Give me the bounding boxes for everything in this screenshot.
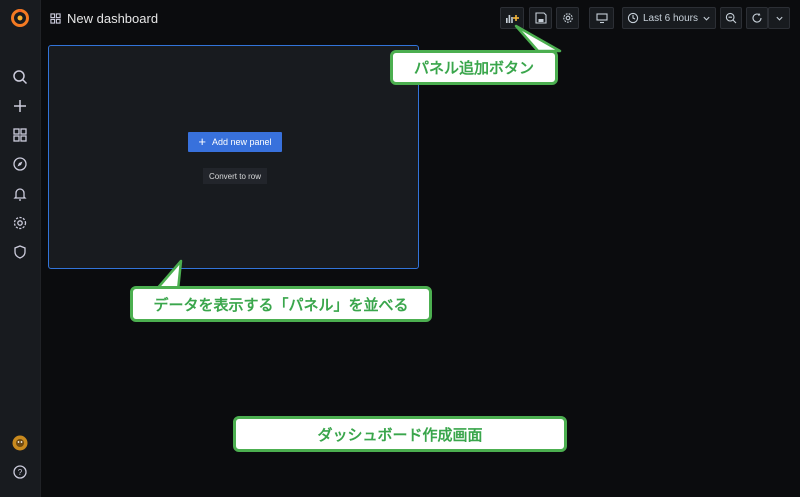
grafana-logo-icon[interactable] (10, 8, 30, 28)
avatar[interactable] (10, 433, 30, 453)
help-icon[interactable]: ? (10, 462, 30, 482)
add-new-panel-label: Add new panel (212, 137, 272, 147)
cycle-view-mode-button[interactable] (589, 7, 614, 29)
add-new-panel-button[interactable]: + Add new panel (188, 132, 282, 152)
svg-text:?: ? (18, 468, 23, 477)
plus-icon[interactable] (10, 96, 30, 116)
callout-dashboard-screen: ダッシュボード作成画面 (233, 416, 567, 452)
breadcrumb: New dashboard (50, 9, 158, 27)
page-title[interactable]: New dashboard (67, 11, 158, 26)
search-icon[interactable] (10, 67, 30, 87)
add-panel-chart-icon (505, 12, 519, 24)
zoom-out-button[interactable] (720, 7, 742, 29)
monitor-icon (595, 12, 608, 24)
explore-compass-icon[interactable] (10, 154, 30, 174)
alerting-bell-icon[interactable] (10, 184, 30, 204)
time-range-label: Last 6 hours (642, 12, 699, 24)
chevron-down-icon (775, 14, 784, 23)
callout-panels-description: データを表示する「パネル」を並べる (130, 286, 432, 322)
new-panel-placeholder: + Add new panel Convert to row (48, 45, 419, 269)
dashboard-grid-icon (50, 12, 61, 24)
refresh-icon (751, 12, 763, 24)
sidebar: ? (0, 0, 41, 497)
dashboards-icon[interactable] (10, 125, 30, 145)
refresh-interval-dropdown[interactable] (768, 7, 790, 29)
clock-icon (627, 12, 639, 24)
gear-icon[interactable] (10, 213, 30, 233)
refresh-button[interactable] (746, 7, 768, 29)
time-range-picker[interactable]: Last 6 hours (622, 7, 716, 29)
zoom-out-icon (725, 12, 737, 24)
save-icon (534, 12, 547, 24)
gear-icon (562, 12, 574, 24)
plus-icon: + (198, 134, 207, 149)
convert-to-row-button[interactable]: Convert to row (203, 168, 267, 184)
shield-icon[interactable] (10, 242, 30, 262)
chevron-down-icon (702, 14, 711, 23)
callout-add-panel-button: パネル追加ボタン (390, 50, 558, 85)
